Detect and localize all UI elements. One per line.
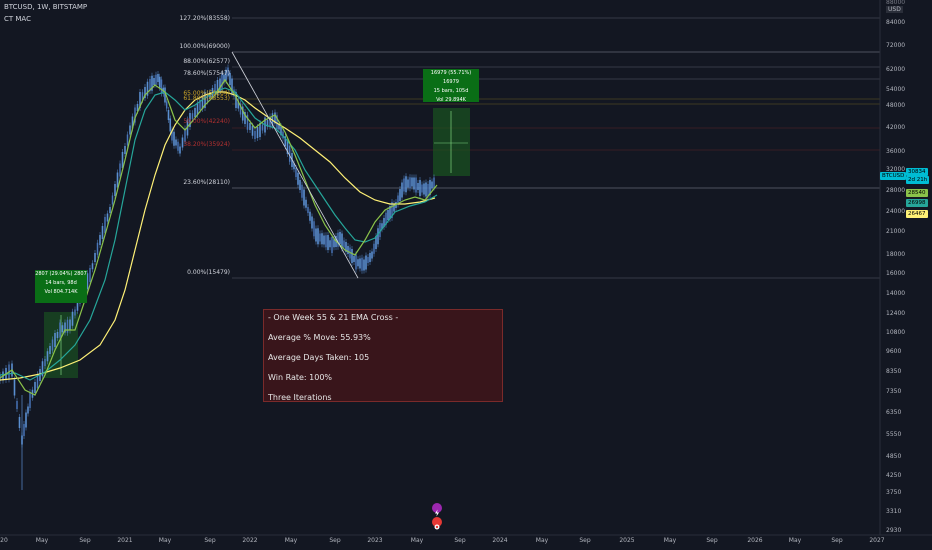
fib-label: 38.20%(35924) [183, 141, 230, 148]
measure-area-2 [433, 108, 470, 176]
time-label: 2024 [492, 537, 508, 544]
time-label: May [158, 537, 172, 544]
time-label: Sep [329, 537, 341, 544]
time-label: Sep [79, 537, 91, 544]
price-label: 16000 [886, 270, 906, 277]
measure-1-volume: Vol 804.714K [44, 289, 78, 295]
note-avg-move: Average % Move: 55.93% [268, 333, 371, 342]
price-label: 2930 [886, 527, 902, 534]
fib-label: 127.20%(83558) [179, 15, 230, 22]
time-label: May [663, 537, 677, 544]
time-label: 2023 [367, 537, 383, 544]
price-label: 84000 [886, 19, 906, 26]
price-label: 72000 [886, 42, 906, 49]
price-label: 3750 [886, 489, 902, 496]
time-label: Sep [831, 537, 843, 544]
fib-label: 88.00%(62577) [183, 58, 230, 65]
time-label: 2021 [117, 537, 133, 544]
fib-label: 50.00%(42240) [183, 118, 230, 125]
time-label: Sep [706, 537, 718, 544]
price-label: 62000 [886, 66, 906, 73]
time-label: May [535, 537, 549, 544]
measure-2-bars: 15 bars, 105d [433, 88, 469, 94]
chart-area[interactable]: BTCUSD, 1W, BITSTAMP CT MAC 127.20%(8355… [0, 0, 932, 550]
measure-2-change: 16979 (55.71%) 16979 [430, 70, 472, 85]
note-iterations: Three Iterations [268, 393, 332, 402]
fib-label: 78.60%(57547) [183, 70, 230, 77]
measure-1-change: 2807 (29.04%) 2807 [35, 271, 87, 277]
time-label: Sep [454, 537, 466, 544]
time-label: May [410, 537, 424, 544]
event-flag-icon[interactable] [432, 517, 442, 530]
note-avg-days: Average Days Taken: 105 [268, 353, 370, 362]
price-label: 24000 [886, 208, 906, 215]
price-label: 12400 [886, 310, 906, 317]
fib-label: 100.00%(69000) [179, 43, 230, 50]
fib-trend-line[interactable] [231, 51, 359, 279]
fib-lines [232, 17, 880, 279]
measure-2-volume: Vol 29.894K [436, 97, 466, 103]
price-label: 28000 [886, 187, 906, 194]
price-label: 9600 [886, 348, 902, 355]
note-win-rate: Win Rate: 100% [268, 373, 333, 382]
time-label: May [788, 537, 802, 544]
price-label: 6350 [886, 409, 902, 416]
symbol-title[interactable]: BTCUSD, 1W, BITSTAMP [4, 3, 87, 11]
time-label: Sep [579, 537, 591, 544]
time-label: 20 [0, 537, 8, 544]
time-label: 2025 [619, 537, 635, 544]
price-label: 4850 [886, 453, 902, 460]
measure-1-bars: 14 bars, 98d [45, 280, 77, 286]
price-label: 4250 [886, 472, 902, 479]
time-label: 2022 [242, 537, 258, 544]
time-label: 2027 [869, 537, 885, 544]
price-label: 54000 [886, 86, 906, 93]
measure-box-1[interactable]: 2807 (29.04%) 2807 14 bars, 98d Vol 804.… [35, 270, 87, 303]
price-label: 7350 [886, 388, 902, 395]
stats-note-box[interactable]: - One Week 55 & 21 EMA Cross - Average %… [263, 309, 503, 402]
lightning-icon[interactable] [432, 503, 442, 517]
fib-label: 61.80%(48553) [183, 95, 230, 102]
price-label: 42000 [886, 124, 906, 131]
price-label: 21000 [886, 228, 906, 235]
measure-box-2[interactable]: 16979 (55.71%) 16979 15 bars, 105d Vol 2… [423, 69, 479, 103]
price-tag-ema-fast: 28540 [906, 189, 928, 197]
price-label: 48000 [886, 102, 906, 109]
time-label: May [284, 537, 298, 544]
price-label: 10800 [886, 329, 906, 336]
price-label: 8350 [886, 368, 902, 375]
price-label: 3310 [886, 508, 902, 515]
price-tag-countdown: 2d 21h [906, 176, 930, 184]
note-title: - One Week 55 & 21 EMA Cross - [268, 313, 399, 322]
currency-label[interactable]: USD [886, 6, 903, 13]
price-tag-ema-mid: 26998 [906, 199, 928, 207]
price-label: 5550 [886, 431, 902, 438]
fib-label: 0.00%(15479) [187, 269, 230, 276]
price-tag-last: 30834 [906, 168, 928, 176]
time-label: May [35, 537, 49, 544]
price-tag-symbol: BTCUSD [880, 172, 907, 180]
time-label: 2026 [747, 537, 763, 544]
price-label: 36000 [886, 148, 906, 155]
price-label: 14000 [886, 290, 906, 297]
indicator-title[interactable]: CT MAC [4, 15, 31, 23]
price-label: 18000 [886, 251, 906, 258]
price-tag-ema-slow: 26467 [906, 210, 928, 218]
fib-label: 23.60%(28110) [183, 179, 230, 186]
time-label: Sep [204, 537, 216, 544]
